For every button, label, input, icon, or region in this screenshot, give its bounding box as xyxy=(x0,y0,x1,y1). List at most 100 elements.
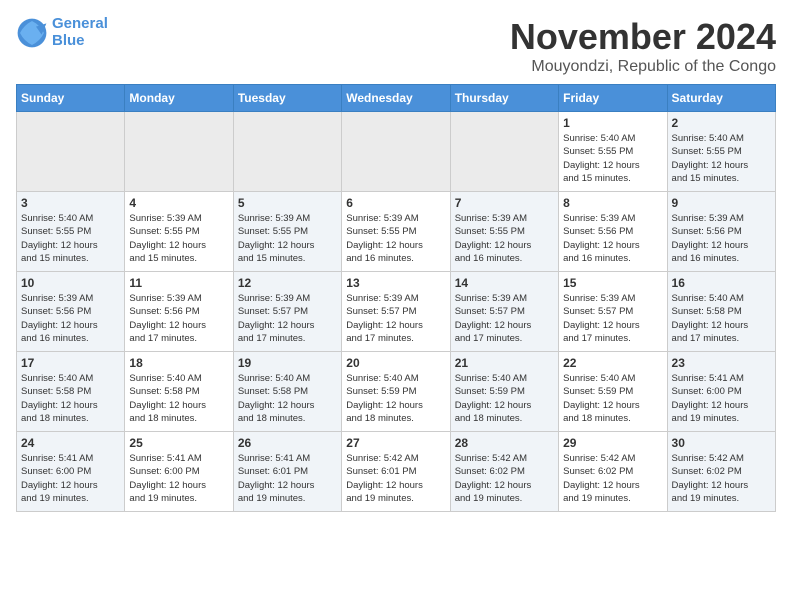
day-info: Sunrise: 5:39 AM Sunset: 5:55 PM Dayligh… xyxy=(129,212,228,265)
day-number: 18 xyxy=(129,356,228,370)
day-info: Sunrise: 5:40 AM Sunset: 5:55 PM Dayligh… xyxy=(563,132,662,185)
col-monday: Monday xyxy=(125,85,233,112)
day-cell: 24Sunrise: 5:41 AM Sunset: 6:00 PM Dayli… xyxy=(17,432,125,512)
day-number: 2 xyxy=(672,116,771,130)
day-info: Sunrise: 5:41 AM Sunset: 6:00 PM Dayligh… xyxy=(672,372,771,425)
day-cell xyxy=(233,112,341,192)
day-info: Sunrise: 5:40 AM Sunset: 5:59 PM Dayligh… xyxy=(455,372,554,425)
day-info: Sunrise: 5:39 AM Sunset: 5:55 PM Dayligh… xyxy=(455,212,554,265)
day-number: 12 xyxy=(238,276,337,290)
col-wednesday: Wednesday xyxy=(342,85,450,112)
day-cell: 21 Sunrise: 5:40 AM Sunset: 5:59 PM Dayli… xyxy=(450,352,558,432)
logo-icon xyxy=(16,17,48,49)
col-tuesday: Tuesday xyxy=(233,85,341,112)
day-cell: 29 Sunrise: 5:42 AM Sunset: 6:02 PM Dayli… xyxy=(559,432,667,512)
day-info: Sunrise: 5:40 AM Sunset: 5:58 PM Dayligh… xyxy=(238,372,337,425)
day-cell: 1Sunrise: 5:40 AM Sunset: 5:55 PM Daylig… xyxy=(559,112,667,192)
day-number: 23 xyxy=(672,356,771,370)
day-info: Sunrise: 5:39 AM Sunset: 5:56 PM Dayligh… xyxy=(563,212,662,265)
day-number: 14 xyxy=(455,276,554,290)
day-cell: 8Sunrise: 5:39 AM Sunset: 5:56 PM Daylig… xyxy=(559,192,667,272)
day-cell: 7 Sunrise: 5:39 AM Sunset: 5:55 PM Daylig… xyxy=(450,192,558,272)
day-cell xyxy=(450,112,558,192)
day-cell: 12 Sunrise: 5:39 AM Sunset: 5:57 PM Dayli… xyxy=(233,272,341,352)
day-number: 17 xyxy=(21,356,120,370)
day-cell: 9 Sunrise: 5:39 AM Sunset: 5:56 PM Daylig… xyxy=(667,192,775,272)
day-cell xyxy=(17,112,125,192)
day-info: Sunrise: 5:41 AM Sunset: 6:01 PM Dayligh… xyxy=(238,452,337,505)
day-info: Sunrise: 5:40 AM Sunset: 5:59 PM Dayligh… xyxy=(346,372,445,425)
day-info: Sunrise: 5:40 AM Sunset: 5:59 PM Dayligh… xyxy=(563,372,662,425)
day-number: 10 xyxy=(21,276,120,290)
col-friday: Friday xyxy=(559,85,667,112)
day-info: Sunrise: 5:42 AM Sunset: 6:02 PM Dayligh… xyxy=(672,452,771,505)
day-cell: 15 Sunrise: 5:39 AM Sunset: 5:57 PM Dayli… xyxy=(559,272,667,352)
week-row-4: 17 Sunrise: 5:40 AM Sunset: 5:58 PM Dayli… xyxy=(17,352,776,432)
logo-text-line1: General xyxy=(52,16,108,33)
day-number: 5 xyxy=(238,196,337,210)
day-number: 13 xyxy=(346,276,445,290)
day-cell: 28Sunrise: 5:42 AM Sunset: 6:02 PM Dayli… xyxy=(450,432,558,512)
day-number: 16 xyxy=(672,276,771,290)
header-row: Sunday Monday Tuesday Wednesday Thursday… xyxy=(17,85,776,112)
col-sunday: Sunday xyxy=(17,85,125,112)
day-number: 15 xyxy=(563,276,662,290)
day-info: Sunrise: 5:39 AM Sunset: 5:57 PM Dayligh… xyxy=(563,292,662,345)
logo: General Blue xyxy=(16,16,108,49)
day-info: Sunrise: 5:41 AM Sunset: 6:00 PM Dayligh… xyxy=(129,452,228,505)
day-cell: 17Sunrise: 5:40 AM Sunset: 5:58 PM Dayli… xyxy=(17,352,125,432)
day-cell: 5Sunrise: 5:39 AM Sunset: 5:55 PM Daylig… xyxy=(233,192,341,272)
day-cell: 6Sunrise: 5:39 AM Sunset: 5:55 PM Daylig… xyxy=(342,192,450,272)
day-number: 11 xyxy=(129,276,228,290)
day-info: Sunrise: 5:39 AM Sunset: 5:55 PM Dayligh… xyxy=(346,212,445,265)
week-row-2: 3Sunrise: 5:40 AM Sunset: 5:55 PM Daylig… xyxy=(17,192,776,272)
day-cell: 2 Sunrise: 5:40 AM Sunset: 5:55 PM Daylig… xyxy=(667,112,775,192)
col-saturday: Saturday xyxy=(667,85,775,112)
day-info: Sunrise: 5:40 AM Sunset: 5:58 PM Dayligh… xyxy=(129,372,228,425)
calendar-table: Sunday Monday Tuesday Wednesday Thursday… xyxy=(16,84,776,512)
day-cell: 14Sunrise: 5:39 AM Sunset: 5:57 PM Dayli… xyxy=(450,272,558,352)
day-cell: 3Sunrise: 5:40 AM Sunset: 5:55 PM Daylig… xyxy=(17,192,125,272)
day-info: Sunrise: 5:39 AM Sunset: 5:56 PM Dayligh… xyxy=(21,292,120,345)
day-info: Sunrise: 5:39 AM Sunset: 5:57 PM Dayligh… xyxy=(346,292,445,345)
day-cell: 27Sunrise: 5:42 AM Sunset: 6:01 PM Dayli… xyxy=(342,432,450,512)
day-number: 25 xyxy=(129,436,228,450)
week-row-5: 24Sunrise: 5:41 AM Sunset: 6:00 PM Dayli… xyxy=(17,432,776,512)
day-info: Sunrise: 5:40 AM Sunset: 5:55 PM Dayligh… xyxy=(21,212,120,265)
day-info: Sunrise: 5:40 AM Sunset: 5:55 PM Dayligh… xyxy=(672,132,771,185)
day-info: Sunrise: 5:42 AM Sunset: 6:02 PM Dayligh… xyxy=(563,452,662,505)
day-info: Sunrise: 5:41 AM Sunset: 6:00 PM Dayligh… xyxy=(21,452,120,505)
day-number: 19 xyxy=(238,356,337,370)
week-row-3: 10 Sunrise: 5:39 AM Sunset: 5:56 PM Dayli… xyxy=(17,272,776,352)
day-cell: 23 Sunrise: 5:41 AM Sunset: 6:00 PM Dayli… xyxy=(667,352,775,432)
day-number: 4 xyxy=(129,196,228,210)
day-info: Sunrise: 5:42 AM Sunset: 6:02 PM Dayligh… xyxy=(455,452,554,505)
day-cell: 20 Sunrise: 5:40 AM Sunset: 5:59 PM Dayli… xyxy=(342,352,450,432)
day-number: 26 xyxy=(238,436,337,450)
col-thursday: Thursday xyxy=(450,85,558,112)
day-info: Sunrise: 5:40 AM Sunset: 5:58 PM Dayligh… xyxy=(672,292,771,345)
day-cell xyxy=(342,112,450,192)
logo-text-line2: Blue xyxy=(52,33,108,50)
day-number: 29 xyxy=(563,436,662,450)
day-cell: 22 Sunrise: 5:40 AM Sunset: 5:59 PM Dayli… xyxy=(559,352,667,432)
day-info: Sunrise: 5:39 AM Sunset: 5:57 PM Dayligh… xyxy=(238,292,337,345)
day-cell: 19 Sunrise: 5:40 AM Sunset: 5:58 PM Dayli… xyxy=(233,352,341,432)
day-number: 7 xyxy=(455,196,554,210)
day-cell: 11 Sunrise: 5:39 AM Sunset: 5:56 PM Dayli… xyxy=(125,272,233,352)
day-cell: 18 Sunrise: 5:40 AM Sunset: 5:58 PM Dayli… xyxy=(125,352,233,432)
day-info: Sunrise: 5:39 AM Sunset: 5:56 PM Dayligh… xyxy=(129,292,228,345)
day-cell: 10 Sunrise: 5:39 AM Sunset: 5:56 PM Dayli… xyxy=(17,272,125,352)
day-cell: 30 Sunrise: 5:42 AM Sunset: 6:02 PM Dayli… xyxy=(667,432,775,512)
day-number: 22 xyxy=(563,356,662,370)
day-cell: 25 Sunrise: 5:41 AM Sunset: 6:00 PM Dayli… xyxy=(125,432,233,512)
day-number: 21 xyxy=(455,356,554,370)
day-number: 30 xyxy=(672,436,771,450)
day-info: Sunrise: 5:39 AM Sunset: 5:56 PM Dayligh… xyxy=(672,212,771,265)
day-cell xyxy=(125,112,233,192)
week-row-1: 1Sunrise: 5:40 AM Sunset: 5:55 PM Daylig… xyxy=(17,112,776,192)
day-number: 9 xyxy=(672,196,771,210)
day-cell: 4 Sunrise: 5:39 AM Sunset: 5:55 PM Daylig… xyxy=(125,192,233,272)
day-number: 27 xyxy=(346,436,445,450)
day-number: 20 xyxy=(346,356,445,370)
